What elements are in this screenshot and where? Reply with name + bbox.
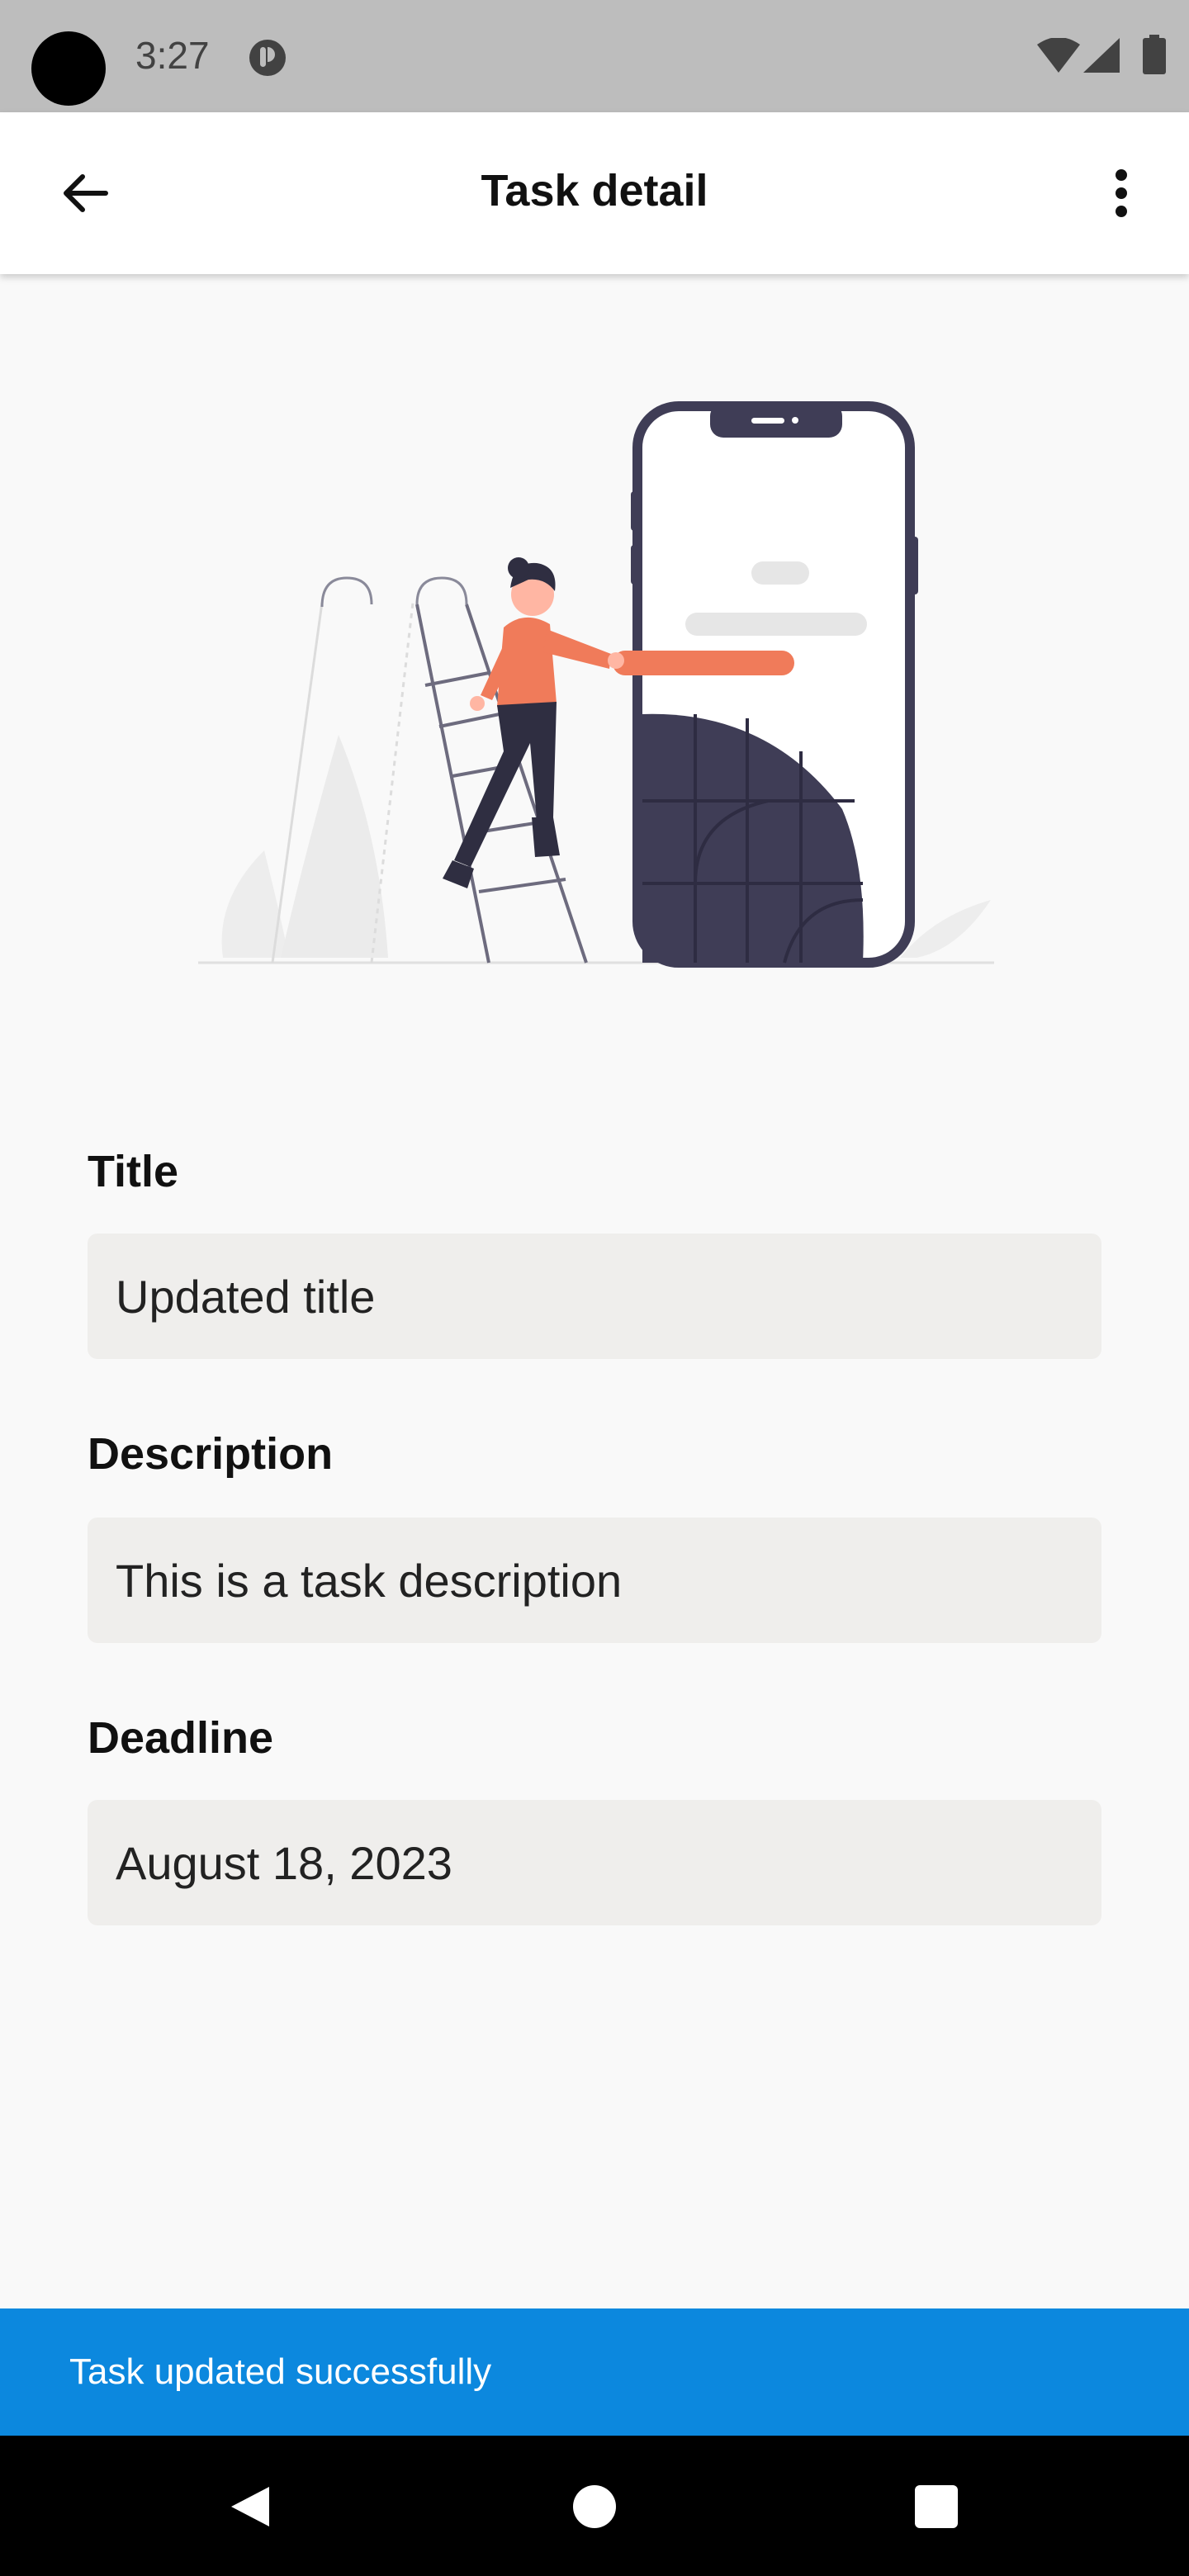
task-illustration bbox=[198, 401, 994, 968]
more-options-button[interactable] bbox=[1087, 159, 1156, 228]
app-bar: Task detail bbox=[0, 112, 1189, 274]
snackbar: Task updated successfully bbox=[0, 2308, 1189, 2436]
page-title: Task detail bbox=[481, 166, 708, 215]
wifi-icon bbox=[1037, 38, 1080, 73]
app-notification-icon bbox=[249, 40, 286, 76]
nav-back-icon[interactable] bbox=[226, 2484, 272, 2530]
nav-home-icon[interactable] bbox=[573, 2485, 616, 2528]
nav-recents-icon[interactable] bbox=[915, 2485, 958, 2528]
description-field[interactable]: This is a task description bbox=[88, 1518, 1101, 1643]
more-vert-icon bbox=[1116, 169, 1127, 217]
signal-icon bbox=[1083, 38, 1120, 73]
title-label: Title bbox=[88, 1147, 179, 1196]
snackbar-message: Task updated successfully bbox=[69, 2351, 492, 2392]
status-time: 3:27 bbox=[135, 34, 210, 77]
title-field[interactable]: Updated title bbox=[88, 1234, 1101, 1359]
deadline-label: Deadline bbox=[88, 1713, 274, 1763]
system-nav-bar bbox=[0, 2436, 1189, 2576]
status-bar: 3:27 bbox=[0, 0, 1189, 112]
description-label: Description bbox=[88, 1429, 334, 1479]
camera-cutout bbox=[31, 31, 106, 106]
deadline-field[interactable]: August 18, 2023 bbox=[88, 1800, 1101, 1925]
battery-icon bbox=[1143, 35, 1166, 74]
